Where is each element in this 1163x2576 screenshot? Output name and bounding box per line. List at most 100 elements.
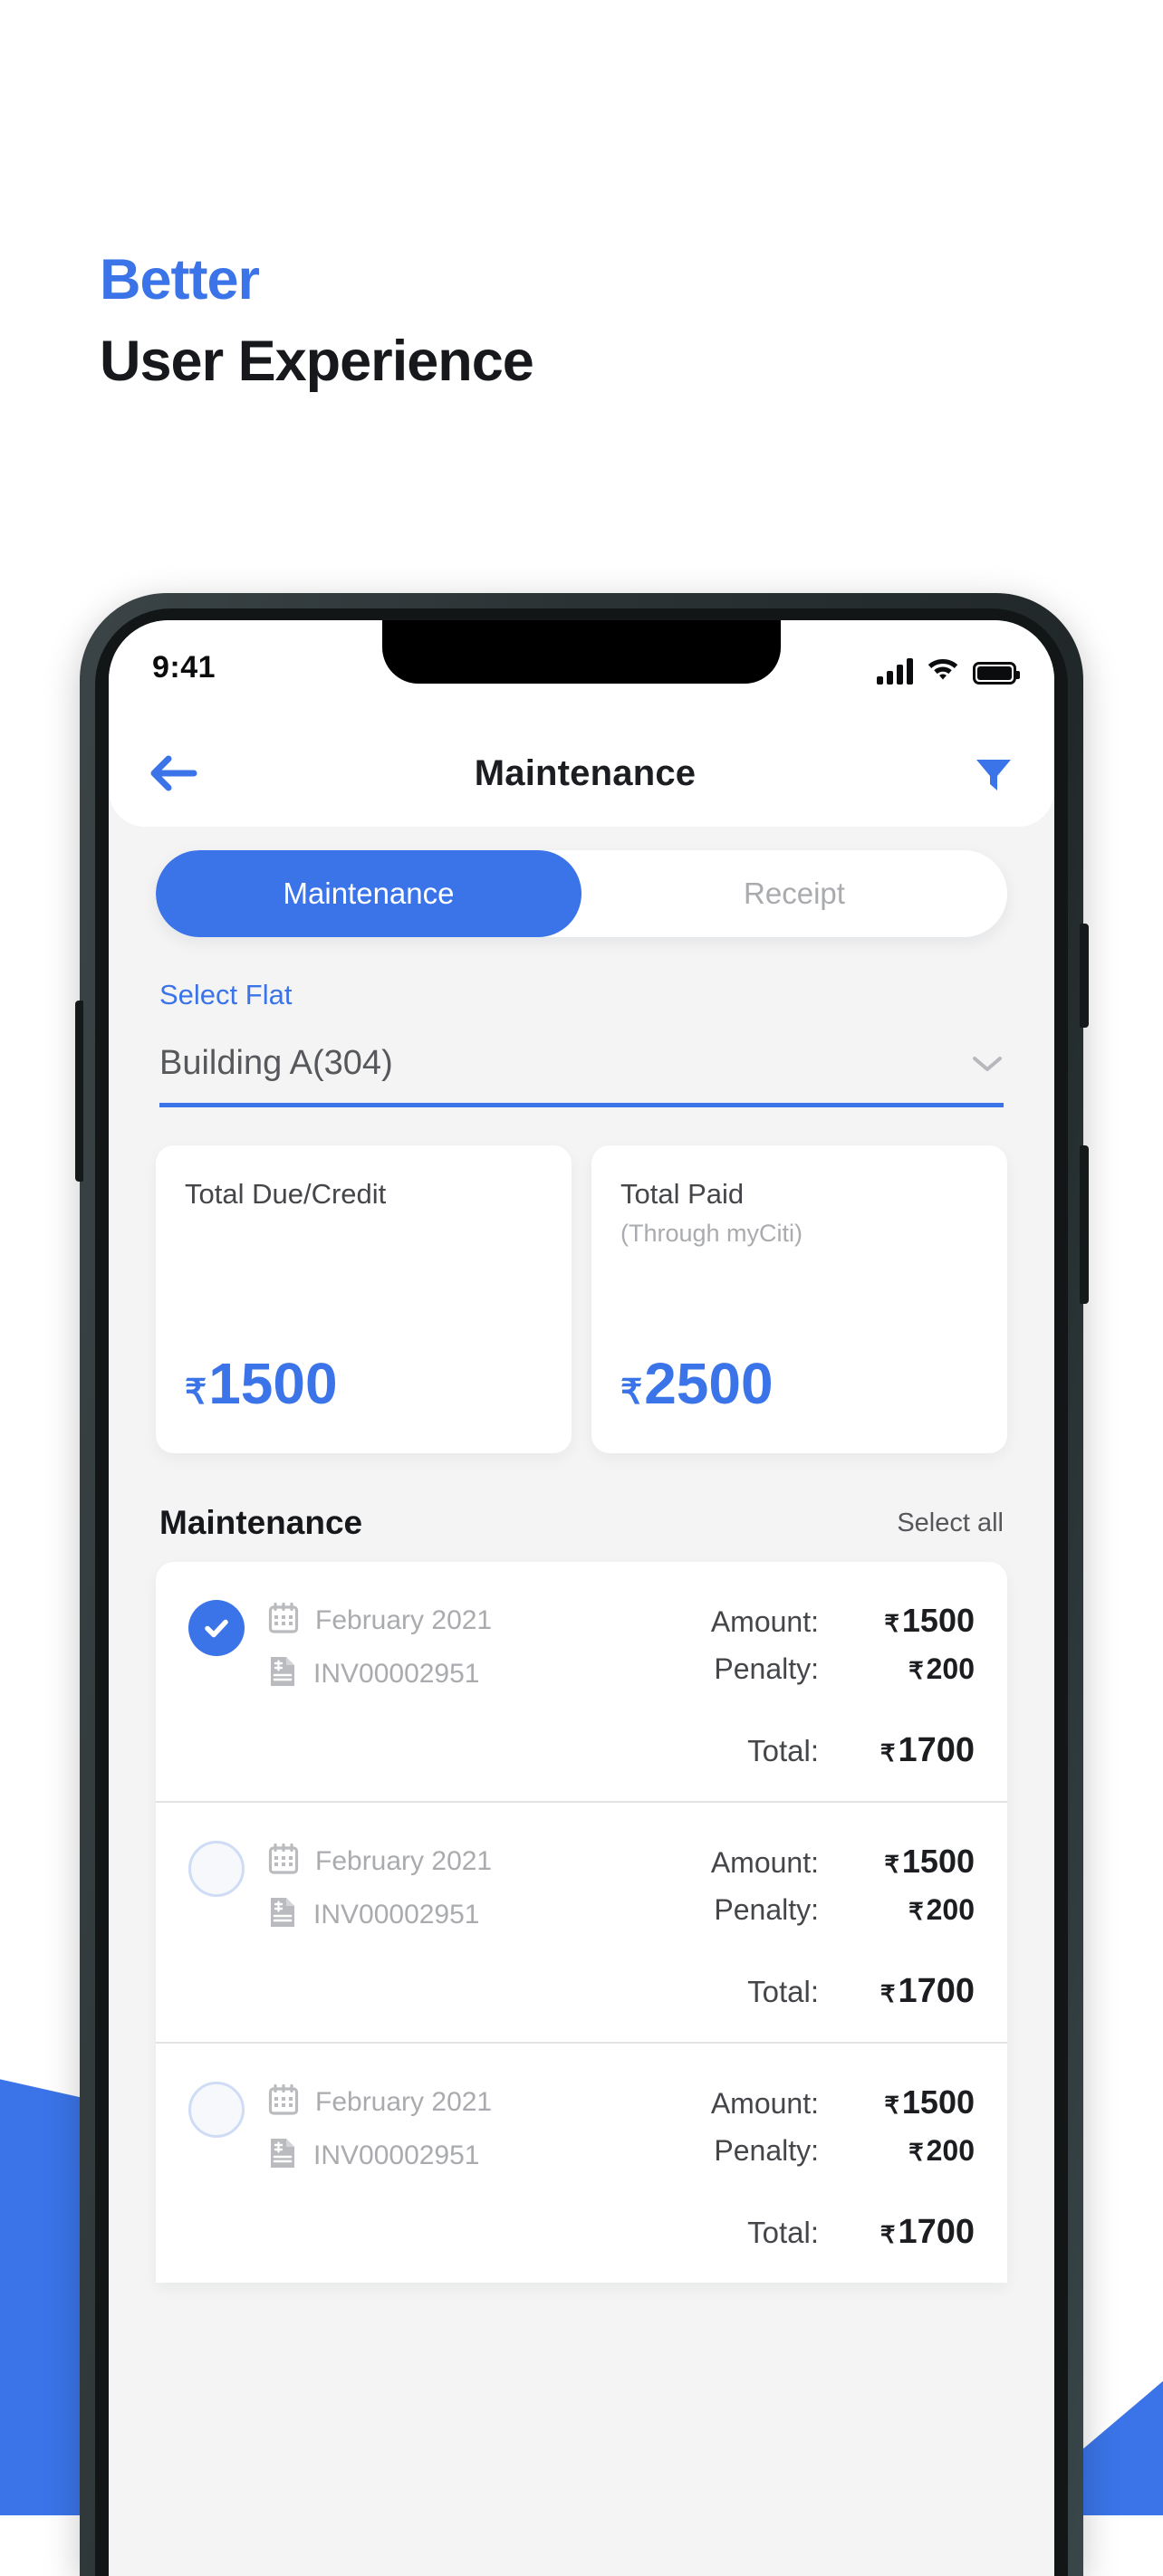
row-total-line: Total: ₹1700 <box>747 1972 975 2011</box>
row-invoice-text: INV00002951 <box>313 1899 480 1930</box>
row-total-line: Total: ₹1700 <box>747 2213 975 2252</box>
back-arrow-icon[interactable] <box>149 753 197 793</box>
select-flat-dropdown[interactable]: Building A(304) <box>159 1044 1004 1107</box>
app-navbar: Maintenance <box>109 720 1054 827</box>
chevron-down-icon[interactable] <box>971 1053 1004 1075</box>
row-amounts: Amount: ₹1500 Penalty: ₹200 Total: ₹1700 <box>711 2080 975 2252</box>
row-invoice: INV00002951 <box>268 1896 492 1933</box>
select-all-button[interactable]: Select all <box>897 1508 1004 1538</box>
card-title: Total Paid <box>620 1178 745 1210</box>
row-penalty-line: Penalty: ₹200 <box>714 2134 975 2168</box>
penalty-label: Penalty: <box>714 1652 819 1685</box>
row-penalty-line: Penalty: ₹200 <box>714 1652 975 1686</box>
row-meta: February 2021 INV00002951 <box>268 2080 492 2252</box>
row-invoice: INV00002951 <box>268 1655 492 1692</box>
select-flat-label: Select Flat <box>159 979 293 1010</box>
tab-bar-container: Maintenance Receipt <box>109 827 1054 937</box>
invoice-icon <box>268 1655 297 1692</box>
amount-value: ₹1500 <box>884 2083 975 2121</box>
card-subtitle: (Through myCiti) <box>620 1220 803 1247</box>
penalty-value: ₹200 <box>908 2134 975 2167</box>
penalty-label: Penalty: <box>714 2134 819 2167</box>
page-headline: Better User Experience <box>100 248 534 394</box>
select-flat-value: Building A(304) <box>159 1044 393 1082</box>
row-amount-line: Amount: ₹1500 <box>711 1843 975 1881</box>
row-period: February 2021 <box>268 1843 492 1880</box>
segmented-control: Maintenance Receipt <box>156 850 1007 937</box>
penalty-value: ₹200 <box>908 1652 975 1685</box>
amount-label: Amount: <box>710 1846 819 1879</box>
row-amount-line: Amount: ₹1500 <box>711 1602 975 1640</box>
maintenance-list: February 2021 INV00002951 Amount: ₹1500 … <box>156 1562 1007 2283</box>
status-bar-time: 9:41 <box>152 650 216 685</box>
row-penalty-line: Penalty: ₹200 <box>714 1893 975 1927</box>
penalty-value: ₹200 <box>908 1893 975 1926</box>
calendar-icon <box>268 1843 299 1880</box>
row-details: February 2021 INV00002951 <box>188 2080 711 2252</box>
row-period: February 2021 <box>268 2083 492 2121</box>
total-label: Total: <box>747 1734 819 1767</box>
row-invoice-text: INV00002951 <box>313 1658 480 1689</box>
row-invoice-text: INV00002951 <box>313 2140 480 2170</box>
headline-line-1: Better <box>100 248 260 311</box>
total-label: Total: <box>747 1975 819 2008</box>
row-amounts: Amount: ₹1500 Penalty: ₹200 Total: ₹1700 <box>711 1598 975 1770</box>
row-details: February 2021 INV00002951 <box>188 1839 711 2011</box>
rupee-symbol: ₹ <box>185 1374 207 1412</box>
total-value: ₹1700 <box>879 2213 975 2251</box>
calendar-icon <box>268 2083 299 2121</box>
amount-label: Amount: <box>710 1605 819 1638</box>
tab-receipt[interactable]: Receipt <box>582 850 1007 937</box>
phone-screen: 9:41 Maintenance Maintenance Receipt Sel… <box>109 620 1054 2576</box>
amount-value: ₹1500 <box>884 1843 975 1880</box>
row-period-text: February 2021 <box>315 2086 493 2117</box>
status-bar: 9:41 <box>109 620 1054 720</box>
signal-bars-icon <box>877 657 913 685</box>
status-bar-icons <box>877 653 1020 685</box>
row-total-line: Total: ₹1700 <box>747 1731 975 1770</box>
row-invoice: INV00002951 <box>268 2137 492 2174</box>
side-button-bottom[interactable] <box>1080 1145 1089 1304</box>
calendar-icon <box>268 1602 299 1639</box>
penalty-label: Penalty: <box>714 1893 819 1926</box>
card-title: Total Due/Credit <box>185 1178 387 1210</box>
headline-line-2: User Experience <box>100 330 534 394</box>
row-amount-line: Amount: ₹1500 <box>711 2083 975 2121</box>
table-row-3[interactable]: February 2021 INV00002951 Amount: ₹1500 … <box>156 2042 1007 2283</box>
amount-label: Amount: <box>710 2087 819 2120</box>
row-period: February 2021 <box>268 1602 492 1639</box>
table-row-1[interactable]: February 2021 INV00002951 Amount: ₹1500 … <box>156 1562 1007 1801</box>
row-amounts: Amount: ₹1500 Penalty: ₹200 Total: ₹1700 <box>711 1839 975 2011</box>
section-title: Maintenance <box>159 1504 363 1541</box>
page-title: Maintenance <box>474 752 697 793</box>
row-period-text: February 2021 <box>315 1845 493 1876</box>
tab-maintenance[interactable]: Maintenance <box>156 850 582 937</box>
display-notch <box>382 620 781 684</box>
row-checkbox[interactable] <box>188 1600 245 1656</box>
card-total-due-credit: Total Due/Credit ₹ 1500 <box>156 1145 572 1453</box>
invoice-icon <box>268 1896 297 1933</box>
row-checkbox[interactable] <box>188 1841 245 1897</box>
volume-button[interactable] <box>75 1001 83 1182</box>
wifi-icon <box>926 653 960 685</box>
card-amount-value: 2500 <box>644 1351 774 1416</box>
row-checkbox[interactable] <box>188 2082 245 2138</box>
summary-cards: Total Due/Credit ₹ 1500 Total Paid (Thro… <box>109 1107 1054 1453</box>
total-value: ₹1700 <box>879 1731 975 1769</box>
card-amount-value: 1500 <box>208 1351 338 1416</box>
invoice-icon <box>268 2137 297 2174</box>
side-button-top[interactable] <box>1080 924 1089 1028</box>
row-details: February 2021 INV00002951 <box>188 1598 711 1770</box>
table-row-2[interactable]: February 2021 INV00002951 Amount: ₹1500 … <box>156 1801 1007 2042</box>
card-total-paid: Total Paid (Through myCiti) ₹ 2500 <box>591 1145 1007 1453</box>
amount-value: ₹1500 <box>884 1602 975 1639</box>
card-amount: ₹ 1500 <box>185 1350 543 1417</box>
list-section-header: Maintenance Select all <box>109 1453 1054 1562</box>
row-meta: February 2021 INV00002951 <box>268 1839 492 2011</box>
filter-funnel-icon[interactable] <box>973 752 1014 794</box>
card-amount: ₹ 2500 <box>620 1350 978 1417</box>
phone-device-mockup: 9:41 Maintenance Maintenance Receipt Sel… <box>75 593 1089 2576</box>
battery-full-icon <box>973 662 1020 685</box>
select-flat-section: Select Flat Building A(304) <box>109 937 1054 1107</box>
rupee-symbol: ₹ <box>620 1374 643 1412</box>
